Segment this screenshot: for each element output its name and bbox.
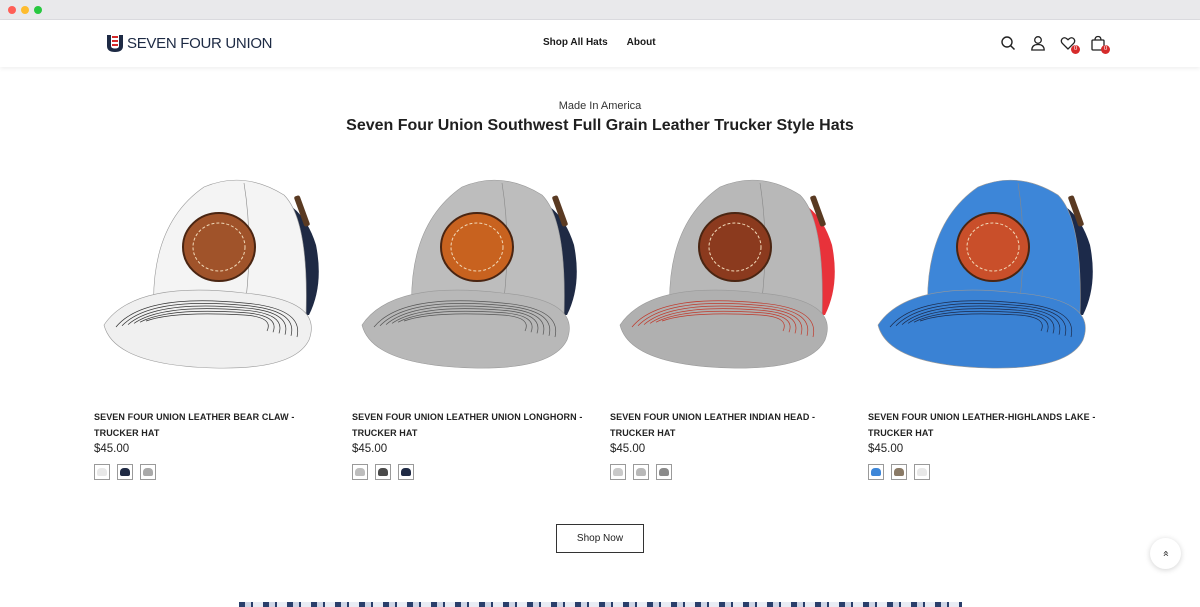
wishlist-button[interactable]: 0 (1060, 35, 1080, 54)
color-swatch[interactable] (140, 464, 156, 480)
shop-now-button[interactable]: Shop Now (556, 524, 644, 553)
color-swatch[interactable] (891, 464, 907, 480)
product-price: $45.00 (868, 443, 904, 455)
color-swatch[interactable] (352, 464, 368, 480)
product-name[interactable]: SEVEN FOUR UNION LEATHER UNION LONGHORN … (352, 409, 592, 441)
maximize-window-button[interactable] (34, 6, 42, 14)
color-swatch[interactable] (656, 464, 672, 480)
product-price: $45.00 (610, 443, 646, 455)
swatch-hat-thumbnail (636, 468, 646, 476)
color-swatch[interactable] (868, 464, 884, 480)
site-header: SEVEN FOUR UNION Shop All Hats About 0 0 (0, 20, 1200, 67)
brand-name: SEVEN FOUR UNION (127, 34, 273, 52)
product-name[interactable]: SEVEN FOUR UNION LEATHER INDIAN HEAD - T… (610, 409, 850, 441)
wishlist-count-badge: 0 (1071, 45, 1080, 54)
color-swatch[interactable] (914, 464, 930, 480)
cart-count-badge: 0 (1101, 45, 1110, 54)
swatch-hat-thumbnail (143, 468, 153, 476)
minimize-window-button[interactable] (21, 6, 29, 14)
swatch-hat-thumbnail (120, 468, 130, 476)
main-nav: Shop All Hats About (543, 37, 656, 48)
footer-pattern-band (239, 602, 962, 607)
swatch-hat-thumbnail (401, 468, 411, 476)
section-kicker: Made In America (558, 100, 642, 112)
product-name[interactable]: SEVEN FOUR UNION LEATHER BEAR CLAW - TRU… (94, 409, 334, 441)
product-card[interactable]: SEVEN FOUR UNION LEATHER BEAR CLAW - TRU… (94, 165, 334, 480)
product-image[interactable] (610, 165, 850, 390)
product-card[interactable]: SEVEN FOUR UNION LEATHER UNION LONGHORN … (352, 165, 592, 480)
color-swatch[interactable] (398, 464, 414, 480)
swatch-hat-thumbnail (97, 468, 107, 476)
nav-shop-all-hats[interactable]: Shop All Hats (543, 37, 608, 48)
brand-logo[interactable]: SEVEN FOUR UNION (105, 33, 273, 53)
color-swatch[interactable] (375, 464, 391, 480)
color-swatches (352, 464, 592, 480)
color-swatch[interactable] (633, 464, 649, 480)
swatch-hat-thumbnail (659, 468, 669, 476)
swatch-hat-thumbnail (894, 468, 904, 476)
swatch-hat-thumbnail (355, 468, 365, 476)
chevron-double-up-icon: » (1158, 550, 1172, 557)
swatch-hat-thumbnail (871, 468, 881, 476)
section-title: Seven Four Union Southwest Full Grain Le… (346, 117, 854, 134)
user-icon[interactable] (1030, 35, 1046, 51)
union-shield-icon (107, 35, 123, 52)
swatch-hat-thumbnail (613, 468, 623, 476)
swatch-hat-thumbnail (917, 468, 927, 476)
product-price: $45.00 (352, 443, 388, 455)
product-image[interactable] (94, 165, 334, 390)
color-swatches (868, 464, 1108, 480)
color-swatch[interactable] (117, 464, 133, 480)
product-image[interactable] (352, 165, 592, 390)
swatch-hat-thumbnail (378, 468, 388, 476)
product-name[interactable]: SEVEN FOUR UNION LEATHER-HIGHLANDS LAKE … (868, 409, 1108, 441)
close-window-button[interactable] (8, 6, 16, 14)
product-card[interactable]: SEVEN FOUR UNION LEATHER INDIAN HEAD - T… (610, 165, 850, 480)
product-price: $45.00 (94, 443, 130, 455)
nav-about[interactable]: About (627, 37, 656, 48)
color-swatch[interactable] (610, 464, 626, 480)
color-swatches (610, 464, 850, 480)
color-swatch[interactable] (94, 464, 110, 480)
window-titlebar (0, 0, 1200, 20)
product-card[interactable]: SEVEN FOUR UNION LEATHER-HIGHLANDS LAKE … (868, 165, 1108, 480)
search-icon[interactable] (1000, 35, 1016, 51)
cart-button[interactable]: 0 (1090, 35, 1110, 54)
back-to-top-button[interactable]: » (1150, 538, 1181, 569)
product-image[interactable] (868, 165, 1108, 390)
color-swatches (94, 464, 334, 480)
header-actions: 0 0 (1000, 35, 1110, 54)
